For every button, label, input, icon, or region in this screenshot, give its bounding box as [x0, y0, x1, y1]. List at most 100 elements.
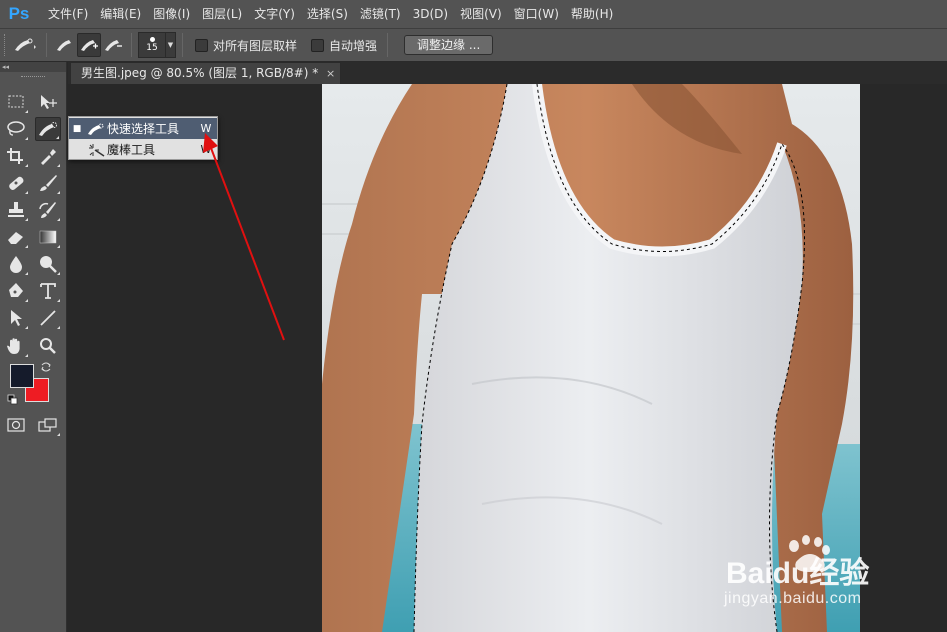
subtract-from-selection-button[interactable]: [101, 33, 125, 57]
eraser-tool[interactable]: [3, 225, 29, 249]
add-to-selection-button[interactable]: [77, 33, 101, 57]
menu-edit[interactable]: 编辑(E): [94, 0, 147, 28]
quick-selection-tool[interactable]: [35, 117, 61, 141]
path-selection-tool[interactable]: [3, 306, 29, 330]
path-selection-icon: [11, 310, 22, 326]
eyedropper-icon: [41, 149, 56, 165]
droplet-icon: [10, 256, 22, 273]
menu-3d[interactable]: 3D(D): [407, 0, 454, 28]
menu-select[interactable]: 选择(S): [301, 0, 354, 28]
dodge-icon: [40, 256, 57, 273]
brush-tool[interactable]: [35, 171, 61, 195]
foreground-color-swatch[interactable]: [10, 364, 34, 388]
brush-add-icon: [81, 40, 98, 51]
flyout-item-quick-selection[interactable]: ■ 快速选择工具 W: [69, 118, 217, 139]
menu-filter[interactable]: 滤镜(T): [354, 0, 407, 28]
stamp-icon: [8, 202, 24, 217]
refine-edge-button[interactable]: 调整边缘 ...: [404, 35, 494, 55]
history-brush-icon: [39, 202, 56, 218]
hand-tool[interactable]: [3, 334, 29, 358]
auto-enhance-checkbox[interactable]: [311, 38, 325, 52]
auto-enhance-label: 自动增强: [329, 38, 378, 53]
brush-icon: [40, 175, 57, 191]
gradient-icon: [39, 230, 57, 244]
screen-mode-icon: [38, 418, 57, 432]
quick-mask-button[interactable]: [3, 413, 29, 437]
menu-view[interactable]: 视图(V): [454, 0, 508, 28]
photoshop-logo: Ps: [8, 4, 30, 23]
watermark-url: jingyan.baidu.com: [724, 590, 862, 607]
baidu-watermark: Baidu经验 jingyan.baidu.com: [724, 528, 924, 618]
marquee-tool[interactable]: [3, 90, 29, 114]
brush-new-icon: [57, 40, 71, 51]
history-brush-tool[interactable]: [35, 198, 61, 222]
move-icon: [41, 95, 57, 109]
pen-icon: [9, 283, 23, 297]
document-title: 男生图.jpeg @ 80.5% (图层 1, RGB/8#) *: [81, 66, 319, 80]
line-tool[interactable]: [35, 306, 61, 330]
line-icon: [40, 310, 56, 326]
flyout-item-magic-wand[interactable]: 魔棒工具 W: [69, 139, 217, 160]
new-selection-button[interactable]: [53, 33, 77, 57]
close-tab-icon[interactable]: ×: [326, 63, 335, 84]
menu-image[interactable]: 图像(I): [147, 0, 196, 28]
hand-icon: [7, 338, 20, 354]
crop-tool[interactable]: [3, 144, 29, 168]
zoom-tool[interactable]: [35, 334, 61, 358]
default-colors-icon[interactable]: [7, 394, 19, 406]
sample-all-layers-checkbox[interactable]: [195, 38, 208, 52]
sample-all-layers-label: 对所有图层取样: [213, 38, 298, 53]
type-tool[interactable]: [35, 279, 61, 303]
clone-stamp-tool[interactable]: [3, 198, 29, 222]
separator: [46, 33, 47, 57]
eyedropper-tool[interactable]: [35, 144, 61, 168]
document-tab-bar: 男生图.jpeg @ 80.5% (图层 1, RGB/8#) * ×: [68, 62, 947, 84]
separator: [387, 33, 389, 57]
tools-panel: ◂◂: [0, 62, 67, 632]
quick-selection-icon: [85, 120, 107, 138]
move-tool[interactable]: [35, 90, 61, 114]
menu-file[interactable]: 文件(F): [42, 0, 94, 28]
screen-mode-button[interactable]: [35, 413, 61, 437]
magnifier-icon: [40, 338, 56, 354]
rectangular-marquee-icon: [8, 95, 24, 108]
quick-selection-icon: [15, 38, 36, 51]
brush-dropdown-button[interactable]: ▼: [166, 32, 176, 58]
lasso-icon: [7, 121, 25, 136]
blur-tool[interactable]: [3, 252, 29, 276]
selected-bullet-icon: ■: [72, 123, 82, 134]
watermark-brand: Baidu经验: [726, 557, 870, 590]
separator: [131, 33, 132, 57]
swap-colors-icon[interactable]: [40, 361, 52, 373]
flyout-shortcut: W: [200, 122, 212, 135]
brush-picker[interactable]: 15: [138, 32, 166, 58]
magic-wand-icon: [85, 141, 107, 159]
pen-tool[interactable]: [3, 279, 29, 303]
menu-window[interactable]: 窗口(W): [508, 0, 565, 28]
tool-flyout-menu: ■ 快速选择工具 W 魔棒工具 W: [68, 116, 218, 160]
lasso-tool[interactable]: [3, 117, 29, 141]
brush-tip-icon: [149, 37, 155, 42]
options-bar: 15 ▼ 对所有图层取样 自动增强 调整边缘 ...: [0, 28, 947, 62]
panel-grip[interactable]: [0, 72, 66, 80]
healing-brush-tool[interactable]: [3, 171, 29, 195]
flyout-label: 快速选择工具: [107, 122, 180, 136]
document-tab[interactable]: 男生图.jpeg @ 80.5% (图层 1, RGB/8#) * ×: [70, 62, 342, 84]
eraser-icon: [8, 232, 23, 244]
menu-type[interactable]: 文字(Y): [248, 0, 301, 28]
bandage-icon: [9, 176, 24, 190]
flyout-label: 魔棒工具: [107, 143, 156, 157]
crop-icon: [7, 148, 23, 164]
menu-layer[interactable]: 图层(L): [196, 0, 248, 28]
tool-preset-picker[interactable]: [10, 33, 40, 57]
collapse-panel-icon[interactable]: ◂◂: [0, 62, 66, 72]
dodge-tool[interactable]: [35, 252, 61, 276]
separator: [182, 33, 183, 57]
menu-help[interactable]: 帮助(H): [565, 0, 619, 28]
type-icon: [40, 283, 56, 299]
menu-bar: Ps 文件(F) 编辑(E) 图像(I) 图层(L) 文字(Y) 选择(S) 滤…: [0, 0, 947, 28]
brush-size-value: 15: [146, 43, 158, 53]
brush-subtract-icon: [105, 40, 122, 51]
gradient-tool[interactable]: [35, 225, 61, 249]
flyout-shortcut: W: [200, 143, 212, 156]
